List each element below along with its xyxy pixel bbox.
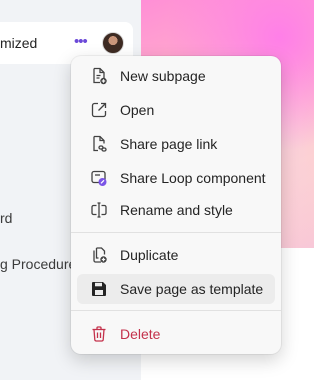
more-options-icon[interactable]: ••• — [74, 33, 90, 51]
menu-item-label: Share page link — [120, 136, 218, 152]
menu-item-open[interactable]: Open — [77, 95, 275, 125]
share-link-icon — [89, 134, 109, 154]
menu-item-label: Save page as template — [120, 281, 264, 297]
menu-item-label: New subpage — [120, 68, 206, 84]
menu-item-label: Share Loop component — [120, 170, 266, 186]
sidebar-item-label[interactable]: rd — [0, 210, 12, 226]
menu-item-save-page-as-template[interactable]: Save page as template — [77, 274, 275, 304]
menu-item-delete[interactable]: Delete — [77, 319, 275, 349]
menu-divider — [71, 310, 281, 311]
menu-item-duplicate[interactable]: Duplicate — [77, 240, 275, 270]
menu-item-label: Delete — [120, 326, 161, 342]
menu-item-share-loop-component[interactable]: Share Loop component — [77, 163, 275, 193]
menu-item-label: Rename and style — [120, 202, 233, 218]
menu-divider — [71, 232, 281, 233]
trash-icon — [89, 324, 109, 344]
rename-icon — [89, 200, 109, 220]
menu-item-share-page-link[interactable]: Share page link — [77, 129, 275, 159]
loop-component-icon — [89, 168, 109, 188]
open-external-icon — [89, 100, 109, 120]
menu-item-new-subpage[interactable]: New subpage — [77, 61, 275, 91]
save-icon — [89, 279, 109, 299]
page-title: mized — [0, 35, 38, 51]
menu-item-rename-and-style[interactable]: Rename and style — [77, 195, 275, 225]
context-menu: New subpage Open Share page link Share L… — [71, 56, 281, 354]
menu-item-label: Duplicate — [120, 247, 179, 263]
menu-item-label: Open — [120, 102, 155, 118]
new-subpage-icon — [89, 66, 109, 86]
avatar — [102, 32, 124, 54]
duplicate-icon — [89, 245, 109, 265]
